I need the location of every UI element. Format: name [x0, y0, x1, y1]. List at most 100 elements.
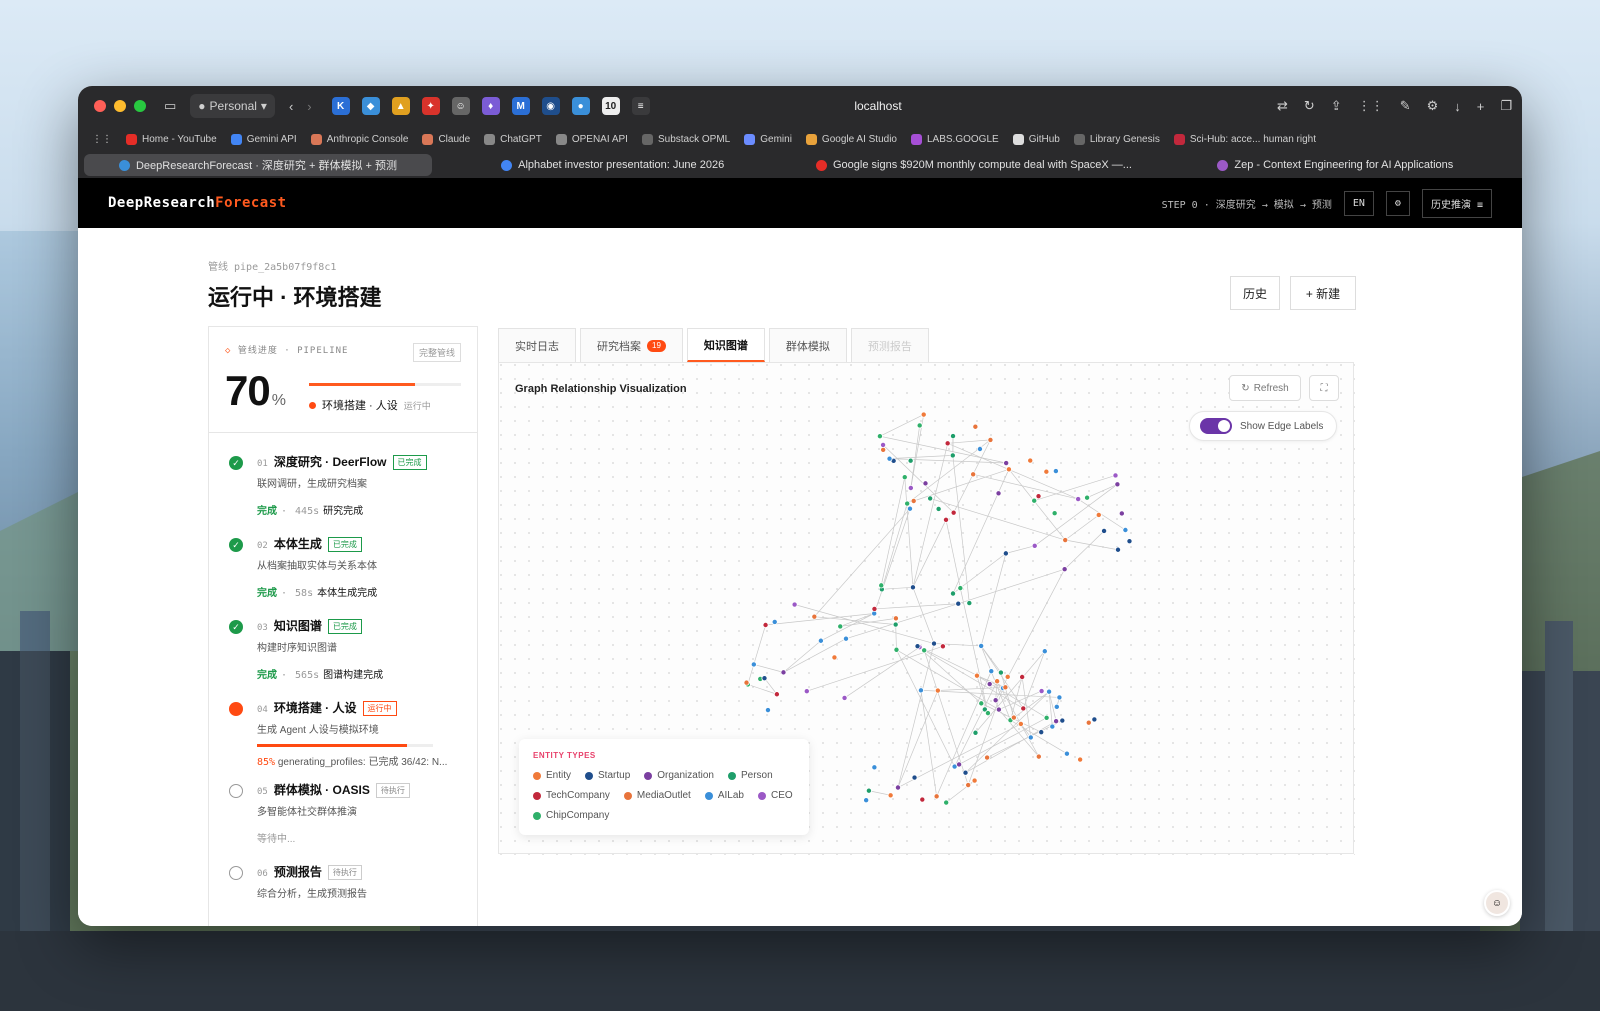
graph-node[interactable]	[1038, 729, 1045, 736]
new-button[interactable]: + 新建	[1290, 276, 1356, 310]
graph-node[interactable]	[920, 411, 927, 418]
graph-node[interactable]	[831, 654, 838, 661]
graph-node[interactable]	[927, 495, 934, 502]
graph-node[interactable]	[916, 422, 923, 429]
graph-node[interactable]	[914, 643, 921, 650]
graph-node[interactable]	[1077, 756, 1084, 763]
graph-node[interactable]	[780, 669, 787, 676]
graph-node[interactable]	[1004, 673, 1011, 680]
back-icon[interactable]: ‹	[289, 94, 293, 118]
extension-icon[interactable]: ☺	[451, 97, 470, 115]
graph-node[interactable]	[919, 796, 926, 803]
address-bar[interactable]: localhost	[698, 99, 1058, 113]
graph-node[interactable]	[803, 688, 810, 695]
profile-button[interactable]: ● Personal ▾	[190, 94, 275, 118]
graph-node[interactable]	[743, 679, 750, 686]
graph-node[interactable]	[955, 600, 962, 607]
language-toggle[interactable]: EN	[1343, 190, 1374, 216]
extension-icon[interactable]: ●	[571, 97, 590, 115]
graph-node[interactable]	[962, 769, 969, 776]
graph-node[interactable]	[907, 457, 914, 464]
graph-node[interactable]	[972, 729, 979, 736]
graph-node[interactable]	[750, 661, 757, 668]
bookmark-item[interactable]: Sci-Hub: acce... human right	[1173, 133, 1316, 145]
graph-node[interactable]	[970, 471, 977, 478]
graph-node[interactable]	[1035, 753, 1042, 760]
browser-tab[interactable]: Google signs $920M monthly compute deal …	[793, 154, 1154, 176]
graph-node[interactable]	[841, 694, 848, 701]
graph-node[interactable]	[1075, 496, 1082, 503]
bookmark-item[interactable]: Gemini	[744, 133, 792, 145]
graph-node[interactable]	[994, 678, 1001, 685]
pipeline-step[interactable]: ✓ 01 深度研究 · DeerFlow 已完成 联网调研，生成研究档案 完成 · 44…	[225, 453, 461, 535]
graph-node[interactable]	[1031, 497, 1038, 504]
graph-node[interactable]	[965, 782, 972, 789]
graph-node[interactable]	[1002, 684, 1009, 691]
bookmark-item[interactable]: Anthropic Console	[310, 133, 408, 145]
pipeline-step[interactable]: ✓ 03 知识图谱 已完成 构建时序知识图谱 完成 · 565s 图谱构建完成	[225, 617, 461, 699]
graph-node[interactable]	[1019, 674, 1026, 681]
graph-node[interactable]	[978, 642, 985, 649]
minimize-window-button[interactable]	[114, 100, 126, 112]
graph-node[interactable]	[950, 433, 957, 440]
graph-node[interactable]	[880, 446, 887, 453]
graph-node[interactable]	[837, 623, 844, 630]
graph-node[interactable]	[943, 516, 950, 523]
browser-tab[interactable]: Zep - Context Engineering for AI Applica…	[1155, 154, 1516, 176]
graph-node[interactable]	[987, 436, 994, 443]
history-menu-button[interactable]: 历史推演 ≡	[1421, 188, 1492, 218]
graph-node[interactable]	[1101, 527, 1108, 534]
graph-node[interactable]	[1122, 526, 1129, 533]
extension-icon[interactable]: ♦	[481, 97, 500, 115]
graph-node[interactable]	[907, 484, 914, 491]
graph-node[interactable]	[1118, 510, 1125, 517]
graph-node[interactable]	[876, 433, 883, 440]
graph-node[interactable]	[1063, 750, 1070, 757]
graph-node[interactable]	[761, 675, 768, 682]
toggle-switch[interactable]	[1200, 418, 1232, 434]
graph-node[interactable]	[1062, 537, 1069, 544]
bookmark-item[interactable]: GitHub	[1012, 133, 1060, 145]
full-pipeline-button[interactable]: 完整管线	[412, 343, 461, 362]
graph-node[interactable]	[944, 440, 951, 447]
extension-icon[interactable]: M	[511, 97, 530, 115]
graph-node[interactable]	[976, 445, 983, 452]
zoom-window-button[interactable]	[134, 100, 146, 112]
graph-node[interactable]	[842, 635, 849, 642]
graph-node[interactable]	[934, 687, 941, 694]
history-button[interactable]: 历史	[1230, 276, 1280, 310]
graph-node[interactable]	[878, 582, 885, 589]
grid-icon[interactable]: ⋮⋮	[1358, 94, 1384, 118]
graph-node[interactable]	[1046, 688, 1053, 695]
graph-node[interactable]	[1056, 694, 1063, 701]
extension-icon[interactable]: ◉	[541, 97, 560, 115]
graph-node[interactable]	[995, 490, 1002, 497]
graph-node[interactable]	[904, 500, 911, 507]
graph-node[interactable]	[997, 669, 1004, 676]
graph-node[interactable]	[986, 681, 993, 688]
graph-node[interactable]	[764, 707, 771, 714]
refresh-button[interactable]: ↻ Refresh	[1229, 375, 1301, 401]
tab-live-log[interactable]: 实时日志	[498, 328, 576, 362]
fullscreen-button[interactable]: ⛶	[1309, 375, 1339, 401]
edge-labels-toggle[interactable]: Show Edge Labels	[1189, 411, 1337, 441]
settings-icon[interactable]: ⚙	[1427, 94, 1439, 118]
extension-icon[interactable]: ✦	[421, 97, 440, 115]
settings-icon[interactable]: ⚙	[1385, 190, 1410, 216]
pipeline-step[interactable]: 06 预测报告 待执行 综合分析，生成预测报告	[225, 863, 461, 926]
graph-node[interactable]	[973, 672, 980, 679]
bookmark-item[interactable]: ChatGPT	[484, 133, 542, 145]
graph-node[interactable]	[871, 764, 878, 771]
graph-node[interactable]	[771, 618, 778, 625]
graph-node[interactable]	[972, 423, 979, 430]
graph-node[interactable]	[1031, 542, 1038, 549]
graph-node[interactable]	[931, 640, 938, 647]
bookmark-item[interactable]: OPENAI API	[555, 133, 628, 145]
graph-node[interactable]	[909, 584, 916, 591]
forward-icon[interactable]: ›	[307, 94, 311, 118]
graph-node[interactable]	[1017, 720, 1024, 727]
graph-node[interactable]	[1035, 493, 1042, 500]
reload-icon[interactable]: ↻	[1304, 94, 1315, 118]
pipeline-step[interactable]: 04 环境搭建 · 人设 运行中 生成 Agent 人设与模拟环境 85% gene…	[225, 699, 461, 781]
graph-node[interactable]	[811, 613, 818, 620]
